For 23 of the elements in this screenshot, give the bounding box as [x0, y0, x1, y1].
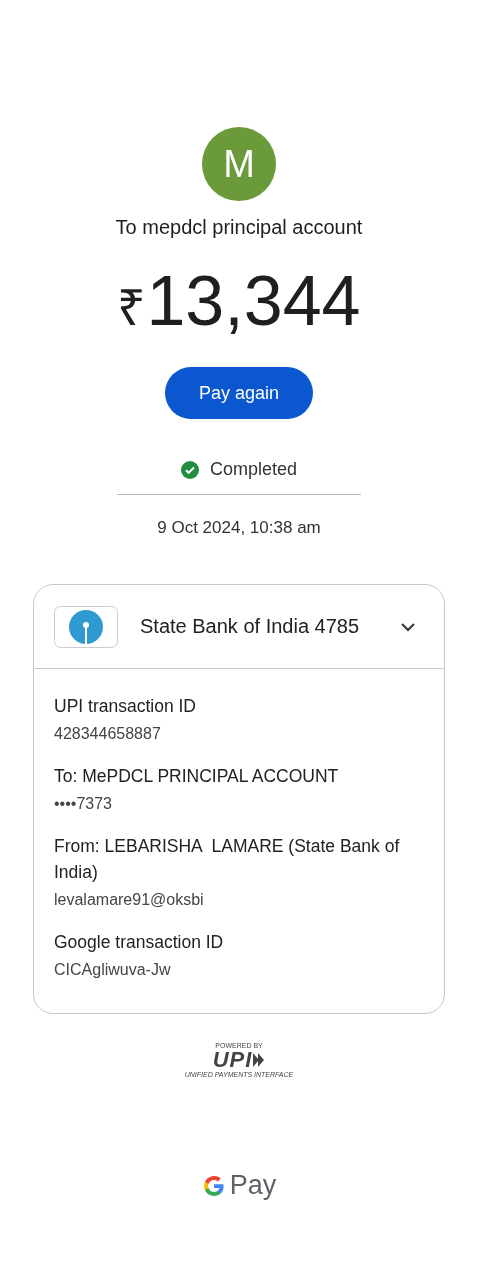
google-g-icon [201, 1173, 226, 1198]
pay-again-button[interactable]: Pay again [165, 367, 313, 419]
detail-label: To: MePDCL PRINCIPAL ACCOUNT [54, 765, 340, 788]
avatar: M [202, 127, 276, 201]
bank-account-name: State Bank of India 4785 [140, 615, 361, 638]
detail-label: From: LEBARISHA LAMARE (State Bank of India) [54, 835, 401, 884]
gpay-wordmark: Pay [229, 1170, 277, 1201]
chevron-icon[interactable] [400, 621, 416, 632]
detail-value: 428344658887 [54, 725, 162, 743]
status-label: Completed [209, 459, 297, 480]
currency-symbol: ₹ [117, 279, 147, 338]
amount-value: 13,344 [146, 261, 361, 341]
check-circle-icon [180, 460, 199, 479]
detail-value: CICAgliwuva-Jw [54, 961, 172, 979]
bank-logo-icon [54, 605, 118, 648]
detail-value: levalamare91@oksbi [54, 891, 205, 909]
detail-label: UPI transaction ID [54, 695, 197, 718]
transaction-date: 9 Oct 2024, 10:38 am [157, 518, 321, 538]
detail-label: Google transaction ID [54, 931, 225, 954]
detail-value: ••••7373 [54, 795, 113, 813]
payee-name: To mepdcl principal account [115, 216, 363, 239]
chevrons-icon [253, 1053, 266, 1067]
upi-mark: UPI [212, 1049, 253, 1071]
